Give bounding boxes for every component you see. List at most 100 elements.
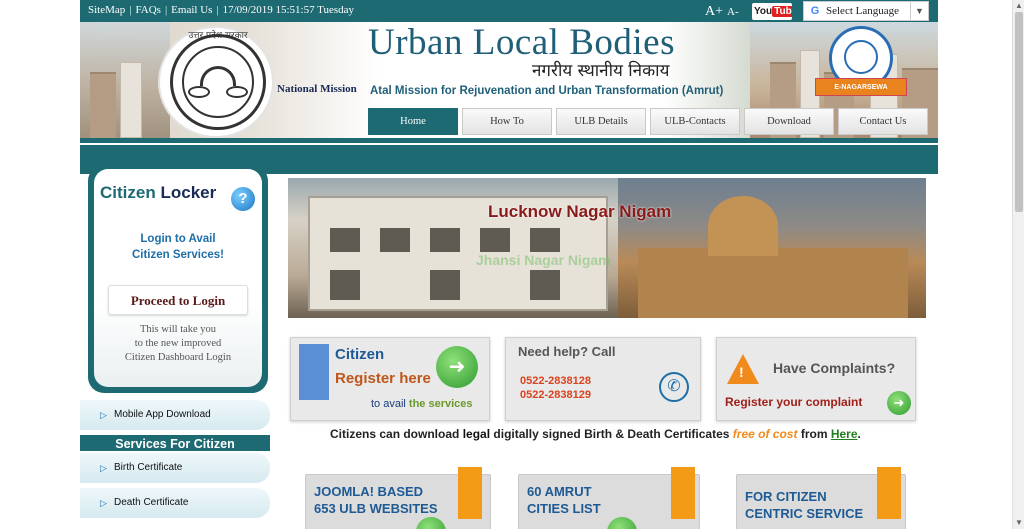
badge-seal-inner [844,40,878,74]
top-bar: SiteMap | FAQs | Email Us | 17/09/2019 15:51:5… [80,0,938,22]
right-margin [938,0,1012,529]
sidebar-item-label: Death Certificate [114,497,189,508]
complaint-card-action: Register your complaint [725,395,863,409]
notice-middle: digitally signed Birth & Death Certifica… [493,427,730,441]
site-title-hindi: नगरीय स्थानीय निकाय [532,61,670,81]
nav-download[interactable]: Download [744,108,834,135]
help-phone-numbers: 0522-2838128 0522-2838129 [520,374,591,402]
nav-ulb-details[interactable]: ULB Details [556,108,646,135]
language-select[interactable]: G Select Language ▼ [803,1,929,21]
citizen-locker-title-a: Citizen [100,183,156,202]
nav-home[interactable]: Home [368,108,458,135]
image-slider[interactable]: Lucknow Nagar Nigam Jhansi Nagar Nigam [288,178,926,318]
notice-free: free of cost [732,427,798,441]
certificate-notice: Citizens can download legal digitally si… [330,427,861,441]
triangle-right-icon: ▷ [100,410,107,420]
national-mission-label: National Mission [277,83,357,95]
orange-accent-bar [877,467,901,519]
window [530,270,560,300]
emblem-hindi-text: उत्तर प्रदेश सरकार [188,31,248,41]
arrow-right-icon[interactable] [416,517,446,529]
main-content: Citizen Locker ? Login to Avail Citizen … [80,165,938,529]
citizen-locker-inner: Citizen Locker ? Login to Avail Citizen … [94,169,262,387]
e-nagarsewa-badge: E-NAGARSEWA [815,26,913,106]
language-select-label: Select Language [826,5,899,17]
register-card-action: Register here [335,370,431,387]
youtube-logo-you: You [754,6,773,17]
sidebar-item-birth-certificate[interactable]: ▷ Birth Certificate [80,453,270,483]
page: ▲ ▼ SiteMap | FAQs | Email Us | 17/09/2019 15:… [0,0,1024,529]
citizen-register-card[interactable]: Citizen Register here to avail the servi… [290,337,490,421]
nav-how-to[interactable]: How To [462,108,552,135]
slider-dots [573,310,709,318]
blue-accent-bar [299,344,329,400]
citizen-centric-line2: CENTRIC SERVICE [745,506,864,521]
login-note-line3: Citizen Dashboard Login [124,352,232,363]
notice-legal: legal [462,427,491,441]
citizen-centric-text: FOR CITIZEN CENTRIC SERVICE [745,488,863,522]
youtube-link[interactable]: YouTube [752,3,792,20]
services-heading: Services For Citizen [80,433,270,451]
proceed-to-login-button[interactable]: Proceed to Login [108,285,248,315]
scroll-thumb[interactable] [1015,12,1023,212]
complaint-card-title: Have Complaints? [773,360,896,376]
scroll-down-arrow-icon[interactable]: ▼ [1013,517,1024,529]
palace-dome [708,196,778,256]
scroll-up-arrow-icon[interactable]: ▲ [1013,0,1024,12]
separator: | [164,4,168,16]
faqs-link[interactable]: FAQs [135,4,160,16]
complaint-card[interactable]: ! Have Complaints? Register your complai… [716,337,916,421]
email-us-link[interactable]: Email Us [171,4,212,16]
joomla-websites-card[interactable]: JOOMLA! BASED 653 ULB WEBSITES [305,467,491,529]
login-note-line2: to the new improved [134,338,222,349]
font-decrease-button[interactable]: A- [727,6,739,18]
citizen-locker-title: Citizen Locker [100,183,216,203]
login-note-line1: This will take you [139,324,217,335]
font-increase-button[interactable]: A+ [705,4,723,19]
help-phone-2[interactable]: 0522-2838129 [520,388,591,402]
triangle-right-icon: ▷ [100,498,107,508]
left-margin [0,0,80,529]
phone-icon: ✆ [659,372,689,402]
login-note: This will take you to the new improved C… [94,323,262,365]
palace-building [638,248,908,318]
sitemap-link[interactable]: SiteMap [88,4,125,16]
notice-here-link[interactable]: Here [831,427,858,441]
citizen-locker-panel: Citizen Locker ? Login to Avail Citizen … [88,165,268,393]
citizen-centric-card[interactable]: FOR CITIZEN CENTRIC SERVICE [736,467,906,529]
fish-icon [226,86,248,98]
nav-ulb-contacts[interactable]: ULB-Contacts [650,108,740,135]
badge-ribbon: E-NAGARSEWA [815,78,907,96]
top-links: SiteMap | FAQs | Email Us | 17/09/2019 15:51:5… [88,4,354,16]
help-card-title: Need help? Call [518,344,616,359]
sidebar-item-mobile-app[interactable]: ▷ Mobile App Download [80,400,270,430]
notice-end: . [857,427,861,441]
amrut-line1: 60 AMRUT [527,484,592,499]
login-prompt: Login to Avail Citizen Services! [94,231,262,263]
notice-prefix: Citizens can download [330,427,460,441]
nav-contact-us[interactable]: Contact Us [838,108,928,135]
main-nav: Home How To ULB Details ULB-Contacts Dow… [80,108,938,138]
slide-caption-secondary: Jhansi Nagar Nigam [476,252,611,268]
arrow-right-icon[interactable]: ➜ [436,346,478,388]
amrut-cities-card[interactable]: 60 AMRUT CITIES LIST [518,467,700,529]
separator: | [129,4,132,16]
scrollbar[interactable]: ▲ ▼ [1012,0,1024,529]
register-tagline-a: to avail [371,398,406,410]
sidebar-item-label: Mobile App Download [114,409,211,420]
divider [80,143,938,145]
warning-exclamation: ! [739,364,744,380]
sidebar-menu: ▷ Mobile App Download Services For Citiz… [80,400,270,529]
chevron-down-icon[interactable]: ▼ [910,2,928,20]
window [430,228,460,252]
arrow-right-icon[interactable]: ➜ [887,391,911,415]
sidebar-item-death-certificate[interactable]: ▷ Death Certificate [80,488,270,518]
notice-from: from [800,427,828,441]
google-g-icon: G [810,5,820,17]
arrow-right-icon[interactable] [607,517,637,529]
help-phone-1[interactable]: 0522-2838128 [520,374,591,388]
login-prompt-line2: Citizen Services! [131,249,225,261]
login-prompt-line1: Login to Avail [140,233,216,245]
window [430,270,460,300]
triangle-right-icon: ▷ [100,463,107,473]
